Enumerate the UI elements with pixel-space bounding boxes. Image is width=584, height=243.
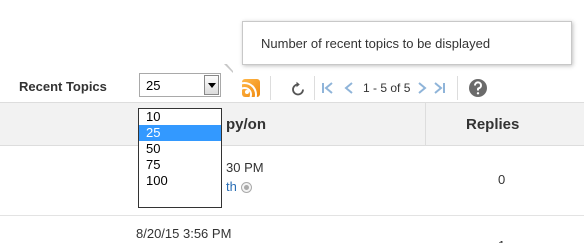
first-page-icon[interactable] bbox=[320, 80, 336, 96]
column-header-by-on[interactable]: py/on bbox=[226, 116, 266, 133]
last-page-icon[interactable] bbox=[431, 80, 447, 96]
recent-topics-select[interactable]: 25 bbox=[139, 73, 221, 97]
post-date: 8/20/15 3:56 PM bbox=[136, 226, 232, 241]
toolbar-divider bbox=[314, 76, 315, 100]
toolbar-divider bbox=[270, 76, 271, 100]
select-current-value: 25 bbox=[146, 78, 161, 93]
recent-topics-label: Recent Topics bbox=[19, 79, 107, 94]
refresh-icon[interactable] bbox=[289, 80, 307, 98]
author-link[interactable]: th bbox=[226, 179, 237, 194]
recent-topics-options[interactable]: 10 25 50 75 100 bbox=[138, 108, 222, 208]
chevron-down-icon[interactable] bbox=[204, 75, 219, 95]
option-75[interactable]: 75 bbox=[139, 157, 221, 173]
help-icon[interactable] bbox=[468, 78, 488, 98]
tooltip-text: Number of recent topics to be displayed bbox=[261, 36, 491, 51]
column-divider bbox=[425, 103, 426, 145]
tooltip: Number of recent topics to be displayed bbox=[242, 21, 572, 65]
column-header-replies[interactable]: Replies bbox=[466, 116, 519, 133]
online-status-icon bbox=[241, 182, 252, 193]
table-header: py/on Replies bbox=[0, 102, 584, 146]
previous-page-icon[interactable] bbox=[342, 80, 356, 96]
next-page-icon[interactable] bbox=[415, 80, 429, 96]
reply-count: 0 bbox=[498, 172, 506, 187]
pager-status: 1 - 5 of 5 bbox=[363, 81, 411, 95]
option-25[interactable]: 25 bbox=[139, 125, 221, 141]
option-10[interactable]: 10 bbox=[139, 109, 221, 125]
option-50[interactable]: 50 bbox=[139, 141, 221, 157]
rss-icon[interactable] bbox=[242, 79, 260, 97]
table-row: 30 PM th 0 bbox=[0, 146, 584, 216]
tooltip-pointer-fill bbox=[226, 63, 233, 71]
post-date: 30 PM bbox=[226, 160, 264, 175]
option-100[interactable]: 100 bbox=[139, 173, 221, 189]
toolbar-divider bbox=[457, 76, 458, 100]
reply-count: 1 bbox=[498, 238, 505, 243]
